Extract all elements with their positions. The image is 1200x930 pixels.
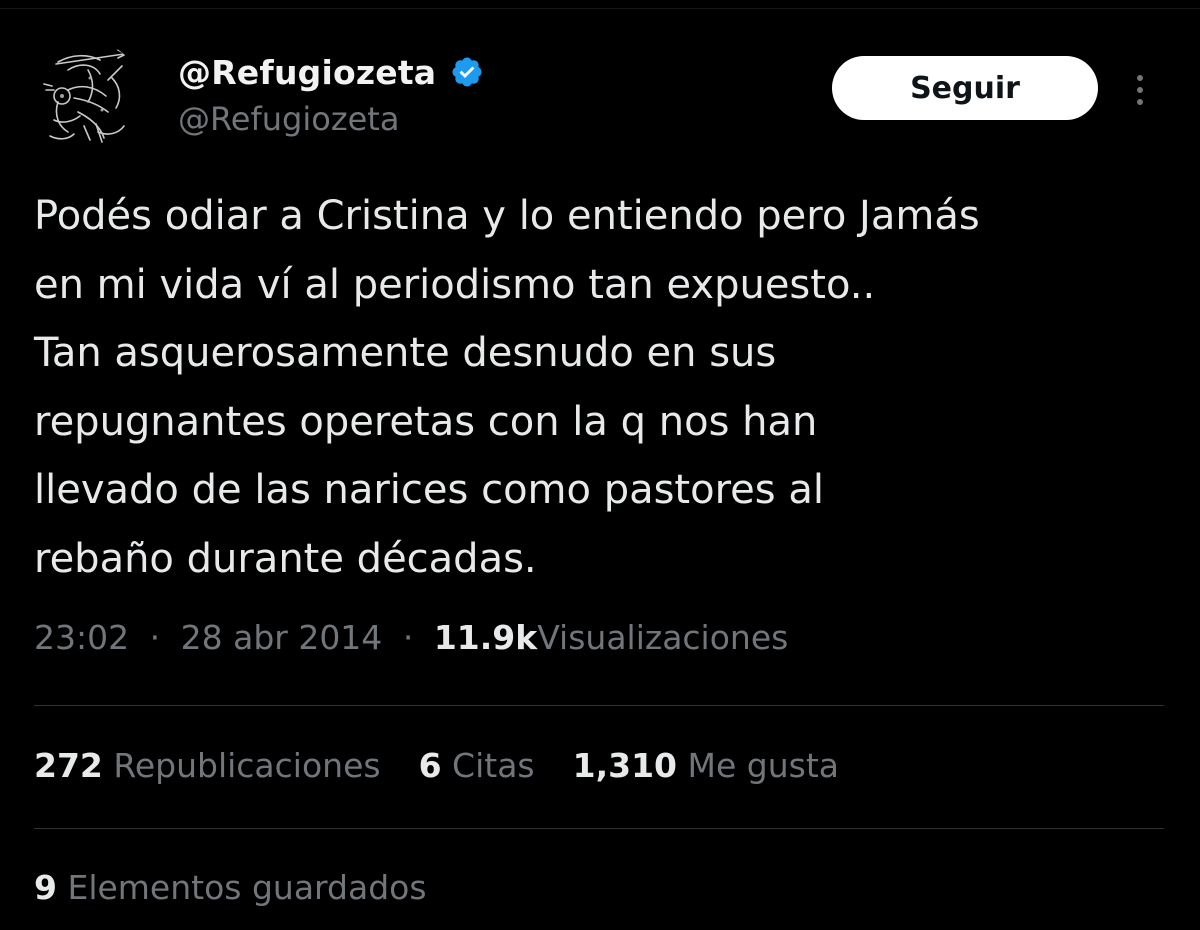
verified-badge-icon [452,57,482,87]
follow-button[interactable]: Seguir [832,56,1098,120]
author-name-row: @Refugiozeta [178,44,484,100]
display-name[interactable]: @Refugiozeta [178,53,436,92]
divider [34,828,1164,829]
divider [34,705,1164,706]
tweet-line: repugnantes operetas con la q nos han [34,398,818,445]
more-vertical-icon-dot [1137,87,1143,93]
top-edge [0,0,1200,9]
more-options-button[interactable] [1122,68,1158,112]
likes-label: Me gusta [687,746,839,785]
avatar[interactable] [28,40,144,156]
cupid-sketch-avatar [28,40,144,156]
quotes-stat[interactable]: 6 Citas [419,746,535,785]
bookmarks-stat[interactable]: 9 Elementos guardados [34,868,427,907]
views-count: 11.9k [433,618,538,657]
bookmarks-label: Elementos guardados [67,868,427,907]
reposts-count: 272 [34,746,103,785]
reposts-stat[interactable]: 272 Republicaciones [34,746,381,785]
tweet-line: llevado de las narices como pastores al [34,467,824,513]
likes-count: 1,310 [572,746,678,785]
tweet-metadata: 23:02 · 28 abr 2014 · 11.9kVisualizacion… [34,618,788,657]
tweet-time[interactable]: 23:02 [34,618,129,657]
engagement-stats: 272 Republicaciones 6 Citas 1,310 Me gus… [34,746,877,785]
likes-stat[interactable]: 1,310 Me gusta [573,746,839,785]
more-vertical-icon-dot [1137,75,1143,81]
reposts-label: Republicaciones [113,746,381,785]
separator: · [149,618,161,657]
author-handle[interactable]: @Refugiozeta [178,100,399,138]
tweet-text: Podés odiar a Cristina y lo entiendo per… [34,182,1184,593]
views-label: Visualizaciones [537,618,789,657]
separator: · [402,618,414,657]
bookmarks-count: 9 [34,868,57,907]
tweet-date[interactable]: 28 abr 2014 [181,618,383,657]
tweet-line: Podés odiar a Cristina y lo entiendo per… [34,193,980,239]
more-vertical-icon-dot [1137,99,1143,105]
quotes-label: Citas [452,746,535,785]
tweet-line: rebaño durante décadas. [34,535,537,582]
tweet-line: Tan asquerosamente desnudo en sus [34,330,777,376]
quotes-count: 6 [418,746,442,785]
tweet-line: en mi vida ví al periodismo tan expuesto… [34,261,876,308]
